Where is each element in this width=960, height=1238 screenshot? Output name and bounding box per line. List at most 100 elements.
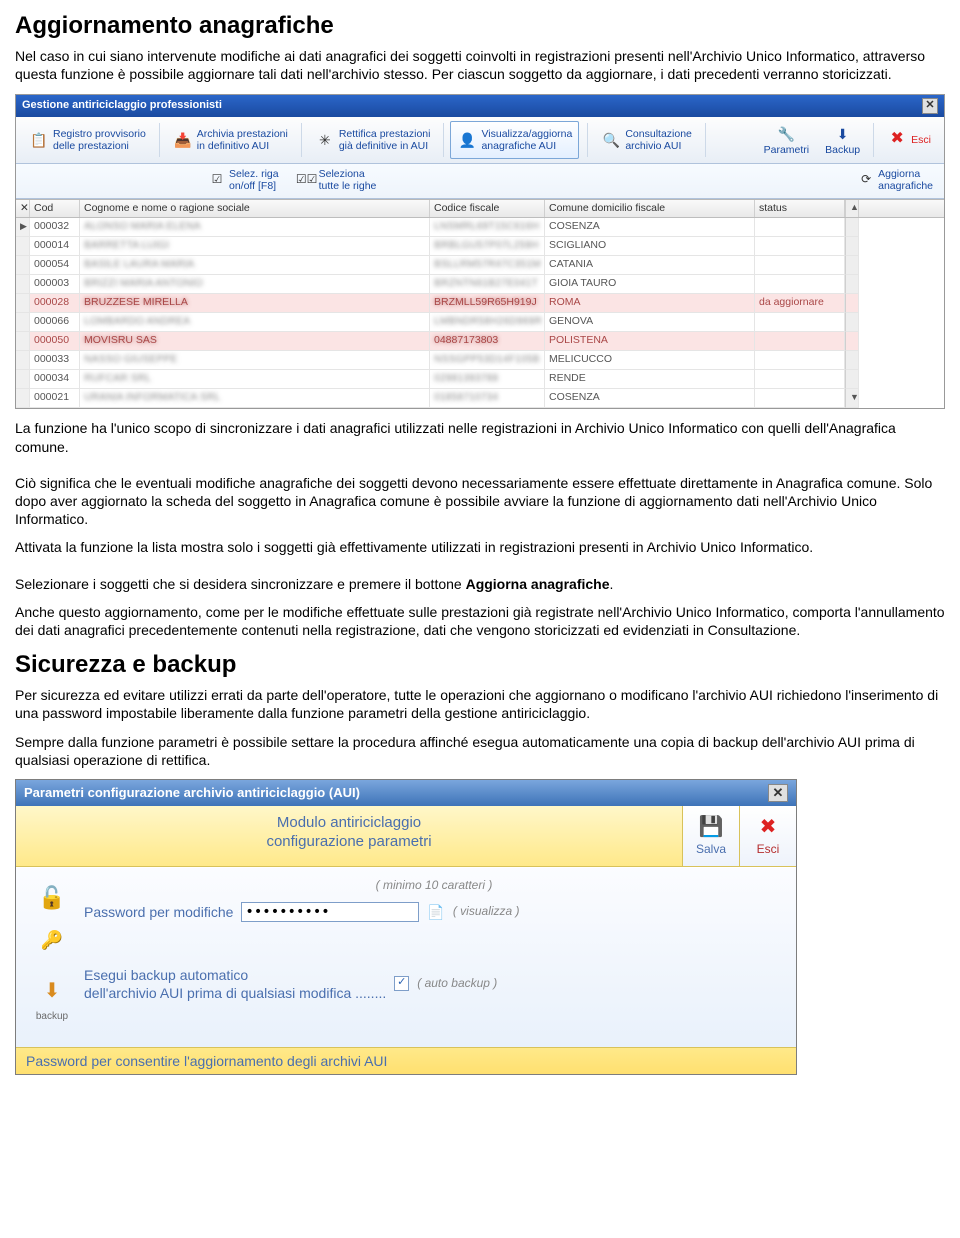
table-row[interactable]: 000021URANIA INFORMATICA SRL01858710734C… [16, 389, 944, 408]
check-icon: ☑☑ [299, 172, 315, 188]
cell-cf: 04887173803 [430, 332, 545, 351]
ribbon-right-0[interactable]: 🔧Parametri [757, 121, 817, 159]
cell-cod: 000032 [30, 218, 80, 237]
table-row[interactable]: 000033NASSO GIUSEPPENSSGPP53D14F105BMELI… [16, 351, 944, 370]
close-icon[interactable]: ✕ [922, 98, 938, 114]
table-row[interactable]: 000034RUFCAR SRL02981393788RENDE [16, 370, 944, 389]
reveal-icon[interactable]: 📄 [427, 903, 444, 921]
autobackup-label-2: dell'archivio AUI prima di qualsiasi mod… [84, 985, 386, 1001]
cell-cf: BRBLGU57P07L259H [430, 237, 545, 256]
cell-comune: GIOIA TAURO [545, 275, 755, 294]
key-icon[interactable]: 🔑 [41, 929, 63, 952]
row-selector[interactable] [16, 370, 30, 389]
scroll-track[interactable] [845, 332, 859, 351]
scroll-track[interactable] [845, 237, 859, 256]
visualizza-label: ( visualizza ) [453, 904, 520, 920]
esci-button[interactable]: ✖Esci [880, 121, 938, 159]
scroll-track[interactable] [845, 313, 859, 332]
col-cod[interactable]: Cod [30, 200, 80, 218]
cell-cod: 000054 [30, 256, 80, 275]
subbar-btn-0[interactable]: ☑Selez. rigaon/off [F8] [204, 166, 284, 194]
table-row[interactable]: 000028BRUZZESE MIRELLABRZMLL59R65H919JRO… [16, 294, 944, 313]
col-sel[interactable]: ✕ [16, 200, 30, 218]
password-input[interactable] [241, 902, 419, 922]
table-row[interactable]: 000054BASILE LAURA MARIABSLLRM57R47C351M… [16, 256, 944, 275]
autobackup-checkbox[interactable]: ✓ [394, 976, 409, 991]
cell-status [755, 370, 845, 389]
row-selector[interactable] [16, 389, 30, 408]
ribbon-btn-4[interactable]: 🔍 Consultazionearchivio AUI [594, 121, 699, 159]
side-tabs: 🔓 🔑 ⬇ backup [28, 878, 76, 1023]
aggiorna-anagrafiche-button[interactable]: ⟳ Aggiornaanagrafiche [853, 166, 938, 194]
table-row[interactable]: 000066LOMBARDO ANDREALMBNDR58H26D969RGEN… [16, 313, 944, 332]
titlebar: Parametri configurazione archivio antiri… [16, 780, 796, 806]
col-status[interactable]: status [755, 200, 845, 218]
table-row[interactable]: 000014BARRETTA LUIGIBRBLGU57P07L259HSCIG… [16, 237, 944, 256]
ribbon-icon: 📥 [173, 130, 193, 150]
autobackup-label-1: Esegui backup automatico [84, 967, 248, 983]
table-row[interactable]: 000050MOVISRU SAS04887173803POLISTENA [16, 332, 944, 351]
cell-status [755, 332, 845, 351]
cell-cf: BRZMLL59R65H919J [430, 294, 545, 313]
ribbon-icon: 🔍 [601, 130, 621, 150]
row-selector[interactable] [16, 313, 30, 332]
table-row[interactable]: 000003BRIZZI MARIA ANTONIOBRZNTN61B27E04… [16, 275, 944, 294]
row-selector[interactable] [16, 351, 30, 370]
row-selector[interactable] [16, 237, 30, 256]
ribbon-btn-2[interactable]: ✳ Rettifica prestazionigià definitive in… [308, 121, 438, 159]
scroll-track[interactable] [845, 275, 859, 294]
row-selector[interactable]: ▶ [16, 218, 30, 237]
cell-comune: SCIGLIANO [545, 237, 755, 256]
cell-cf: BSLLRM57R47C351M [430, 256, 545, 275]
window-gestione-antiriciclaggio: Gestione antiriciclaggio professionisti … [15, 94, 945, 410]
cell-cf: LNSMRL69T15C616H [430, 218, 545, 237]
table-row[interactable]: ▶000032ALONSO MARIA ELENALNSMRL69T15C616… [16, 218, 944, 237]
ribbon-btn-0[interactable]: 📋 Registro provvisoriodelle prestazioni [22, 121, 153, 159]
cell-status [755, 218, 845, 237]
scroll-track[interactable] [845, 370, 859, 389]
row-selector[interactable] [16, 332, 30, 351]
para-6: Anche questo aggiornamento, come per le … [15, 603, 945, 639]
password-row: Password per modifiche 📄 ( visualizza ) [84, 902, 784, 922]
save-button[interactable]: 💾 Salva [682, 806, 739, 866]
scroll-track[interactable] [845, 351, 859, 370]
scroll-track[interactable] [845, 218, 859, 237]
cell-comune: CATANIA [545, 256, 755, 275]
esci-button[interactable]: ✖ Esci [739, 806, 796, 866]
lock-icon[interactable]: 🔓 [38, 884, 65, 913]
close-icon[interactable]: ✕ [768, 784, 788, 802]
cell-cod: 000050 [30, 332, 80, 351]
row-selector[interactable] [16, 294, 30, 313]
cell-status [755, 237, 845, 256]
scroll-track[interactable] [845, 294, 859, 313]
col-comune[interactable]: Comune domicilio fiscale [545, 200, 755, 218]
refresh-icon: ⟳ [858, 172, 874, 188]
data-grid[interactable]: ✕ Cod Cognome e nome o ragione sociale C… [16, 199, 944, 409]
save-icon: 💾 [699, 814, 724, 840]
password-label: Password per modifiche [84, 903, 233, 921]
cell-nome: ALONSO MARIA ELENA [80, 218, 430, 237]
ribbon-btn-1[interactable]: 📥 Archivia prestazioniin definitivo AUI [166, 121, 295, 159]
scroll-up[interactable]: ▲ [845, 200, 859, 218]
row-selector[interactable] [16, 275, 30, 294]
scroll-down[interactable]: ▼ [845, 389, 859, 408]
ribbon-right-1[interactable]: ⬇Backup [818, 121, 867, 159]
cell-cf: NSSGPP53D14F105B [430, 351, 545, 370]
cell-status [755, 351, 845, 370]
cell-comune: COSENZA [545, 218, 755, 237]
col-nome[interactable]: Cognome e nome o ragione sociale [80, 200, 430, 218]
cell-comune: GENOVA [545, 313, 755, 332]
cell-status [755, 313, 845, 332]
cell-cod: 000021 [30, 389, 80, 408]
para-7: Per sicurezza ed evitare utilizzi errati… [15, 686, 945, 722]
col-cf[interactable]: Codice fiscale [430, 200, 545, 218]
ribbon-btn-3[interactable]: 👤 Visualizza/aggiornaanagrafiche AUI [450, 121, 579, 159]
backup-icon[interactable]: ⬇ [44, 978, 61, 1004]
status-bar: Password per consentire l'aggiornamento … [16, 1047, 796, 1074]
subbar-btn-1[interactable]: ☑☑Selezionatutte le righe [294, 166, 382, 194]
backup-tab-label: backup [36, 1010, 68, 1023]
row-selector[interactable] [16, 256, 30, 275]
scroll-track[interactable] [845, 256, 859, 275]
cell-cod: 000003 [30, 275, 80, 294]
cell-comune: ROMA [545, 294, 755, 313]
